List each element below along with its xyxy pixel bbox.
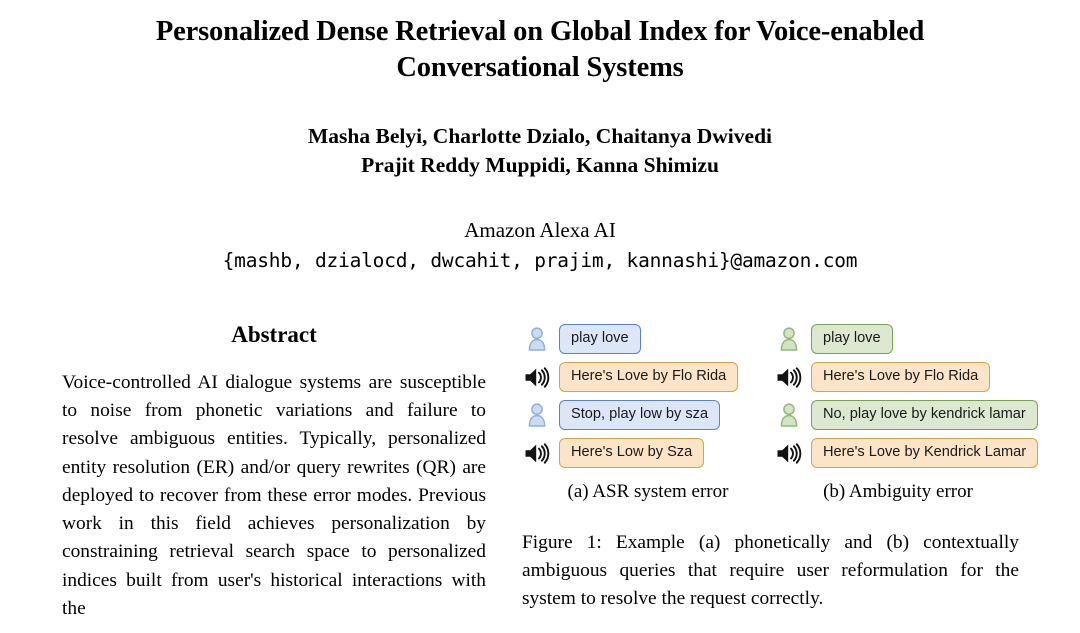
figure-subcaption-b: (b) Ambiguity error [823,481,973,502]
dialogue-bubble: play love [811,324,893,354]
dialogue-turn: play love [522,322,774,356]
speaker-icon [774,363,804,391]
author-emails: {mashb, dzialocd, dwcahit, prajim, kanna… [222,249,858,273]
figure-subcaption-a: (a) ASR system error [567,481,729,502]
dialogue-bubble: play love [559,324,641,354]
speaker-icon [522,439,552,467]
speaker-icon [522,363,552,391]
figure-1: play love Here's Love by Flo Rida Stop, … [522,322,1039,612]
dialogue-bubble: No, play love by kendrick lamar [811,400,1038,430]
author-line-1: Masha Belyi, Charlotte Dzialo, Chaitanya… [307,124,773,149]
page-title: Personalized Dense Retrieval on Global I… [155,16,925,84]
author-list: Masha Belyi, Charlotte Dzialo, Chaitanya… [0,122,1080,179]
figure-column: play love Here's Love by Flo Rida Stop, … [522,322,1039,612]
dialogue-turn: play love [774,322,1022,356]
body-columns: Abstract Voice-controlled AI dialogue sy… [0,322,1080,633]
dialogue-turn: Here's Love by Kendrick Lamar [774,436,1039,470]
author-line-2: Prajit Reddy Muppidi, Kanna Shimizu [361,152,719,177]
abstract-text: Voice-controlled AI dialogue systems are… [62,372,486,619]
person-icon [774,401,804,429]
dialogue-bubble: Here's Low by Sza [559,438,705,468]
dialogue-bubble: Stop, play low by sza [559,400,721,430]
dialogue-bubble: Here's Love by Kendrick Lamar [811,438,1039,468]
dialogue-bubble: Here's Love by Flo Rida [811,362,991,392]
figure-panels: play love Here's Love by Flo Rida Stop, … [522,322,1039,503]
affiliation: Amazon Alexa AI [464,218,616,243]
person-icon [522,325,552,353]
person-icon [774,325,804,353]
dialogue-turn: Here's Low by Sza [522,436,774,470]
abstract-column: Abstract Voice-controlled AI dialogue sy… [62,322,486,623]
figure-caption: Figure 1: Example (a) phonetically and (… [522,532,1019,609]
paper-header: Personalized Dense Retrieval on Global I… [0,0,1080,272]
figure-panel-b: play love Here's Love by Flo Rida No, pl… [774,322,1039,503]
dialogue-bubble: Here's Love by Flo Rida [559,362,739,392]
dialogue-turn: Here's Love by Flo Rida [774,360,1022,394]
person-icon [522,401,552,429]
speaker-icon [774,439,804,467]
abstract-heading: Abstract [231,322,317,347]
dialogue-turn: No, play love by kendrick lamar [774,398,1038,432]
dialogue-turn: Here's Love by Flo Rida [522,360,774,394]
figure-panel-a: play love Here's Love by Flo Rida Stop, … [522,322,774,503]
dialogue-turn: Stop, play low by sza [522,398,774,432]
